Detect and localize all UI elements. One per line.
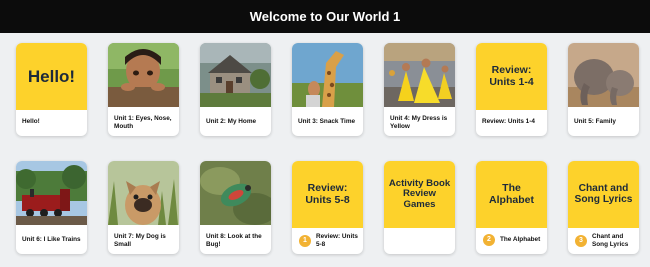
card-review-1-4[interactable]: Review: Units 1-4 Review: Units 1-4 (476, 43, 547, 136)
card-label: 2 The Alphabet (483, 228, 543, 252)
card-label: 1 Review: Units 5-8 (299, 230, 359, 252)
card-unit-7[interactable]: Unit 7: My Dog is Small (108, 161, 179, 254)
card-label-text: The Alphabet (500, 236, 541, 243)
card-unit-5-image (568, 43, 639, 107)
card-activity-book-games[interactable]: Activity Book Review Games (384, 161, 455, 254)
card-label: Unit 1: Eyes, Nose, Mouth (114, 115, 172, 130)
card-unit-5[interactable]: Unit 5: Family (568, 43, 639, 136)
card-review-1-4-tile: Review: Units 1-4 (476, 43, 547, 110)
card-unit-4[interactable]: Unit 4: My Dress is Yellow (384, 43, 455, 136)
card-alphabet[interactable]: The Alphabet 2 The Alphabet (476, 161, 547, 254)
card-unit-6[interactable]: Unit 6: I Like Trains (16, 161, 87, 254)
card-badge: 1 (299, 235, 311, 247)
card-review-5-8[interactable]: Review: Units 5-8 1 Review: Units 5-8 (292, 161, 363, 254)
card-label: Unit 8: Look at the Bug! (206, 233, 262, 248)
card-label: Unit 5: Family (574, 118, 616, 125)
card-chant-song-lyrics-tile: Chant and Song Lyrics (568, 161, 639, 228)
card-alphabet-tile: The Alphabet (476, 161, 547, 228)
card-label: Hello! (22, 118, 40, 125)
card-unit-1-image (108, 43, 179, 107)
card-unit-3-image (292, 43, 363, 107)
card-unit-7-image (108, 161, 179, 225)
card-label: Unit 4: My Dress is Yellow (390, 115, 448, 130)
card-hello-tile-text: Hello! (27, 66, 76, 86)
card-unit-8-image (200, 161, 271, 225)
card-alphabet-tile-text: The Alphabet (489, 182, 534, 206)
card-review-5-8-tile-text: Review: Units 5-8 (305, 182, 350, 206)
card-badge: 3 (575, 235, 587, 247)
card-unit-4-image (384, 43, 455, 107)
card-unit-3[interactable]: Unit 3: Snack Time (292, 43, 363, 136)
card-review-5-8-tile: Review: Units 5-8 (292, 161, 363, 228)
card-label-text: Review: Units 5-8 (316, 233, 358, 248)
card-hello[interactable]: Hello! Hello! (16, 43, 87, 136)
page-title: Welcome to Our World 1 (249, 9, 401, 24)
card-unit-8[interactable]: Unit 8: Look at the Bug! (200, 161, 271, 254)
card-activity-book-games-tile-text: Activity Book Review Games (388, 178, 451, 210)
card-unit-1[interactable]: Unit 1: Eyes, Nose, Mouth (108, 43, 179, 136)
card-unit-6-image (16, 161, 87, 225)
card-label (390, 228, 451, 252)
card-activity-book-games-tile: Activity Book Review Games (384, 161, 455, 228)
page-header: Welcome to Our World 1 (0, 0, 650, 33)
card-badge: 2 (483, 234, 495, 246)
card-label: Unit 3: Snack Time (298, 118, 356, 125)
card-label: Unit 6: I Like Trains (22, 236, 81, 243)
card-hello-tile: Hello! (16, 43, 87, 110)
card-review-1-4-tile-text: Review: Units 1-4 (489, 64, 534, 88)
card-label: Unit 2: My Home (206, 118, 257, 125)
card-label: 3 Chant and Song Lyrics (575, 230, 635, 252)
card-label-text: Chant and Song Lyrics (592, 233, 629, 248)
card-chant-song-lyrics-tile-text: Chant and Song Lyrics (574, 182, 633, 205)
card-unit-2[interactable]: Unit 2: My Home (200, 43, 271, 136)
card-chant-song-lyrics[interactable]: Chant and Song Lyrics 3 Chant and Song L… (568, 161, 639, 254)
card-unit-2-image (200, 43, 271, 107)
card-label: Review: Units 1-4 (482, 118, 535, 125)
card-label: Unit 7: My Dog is Small (114, 233, 166, 248)
